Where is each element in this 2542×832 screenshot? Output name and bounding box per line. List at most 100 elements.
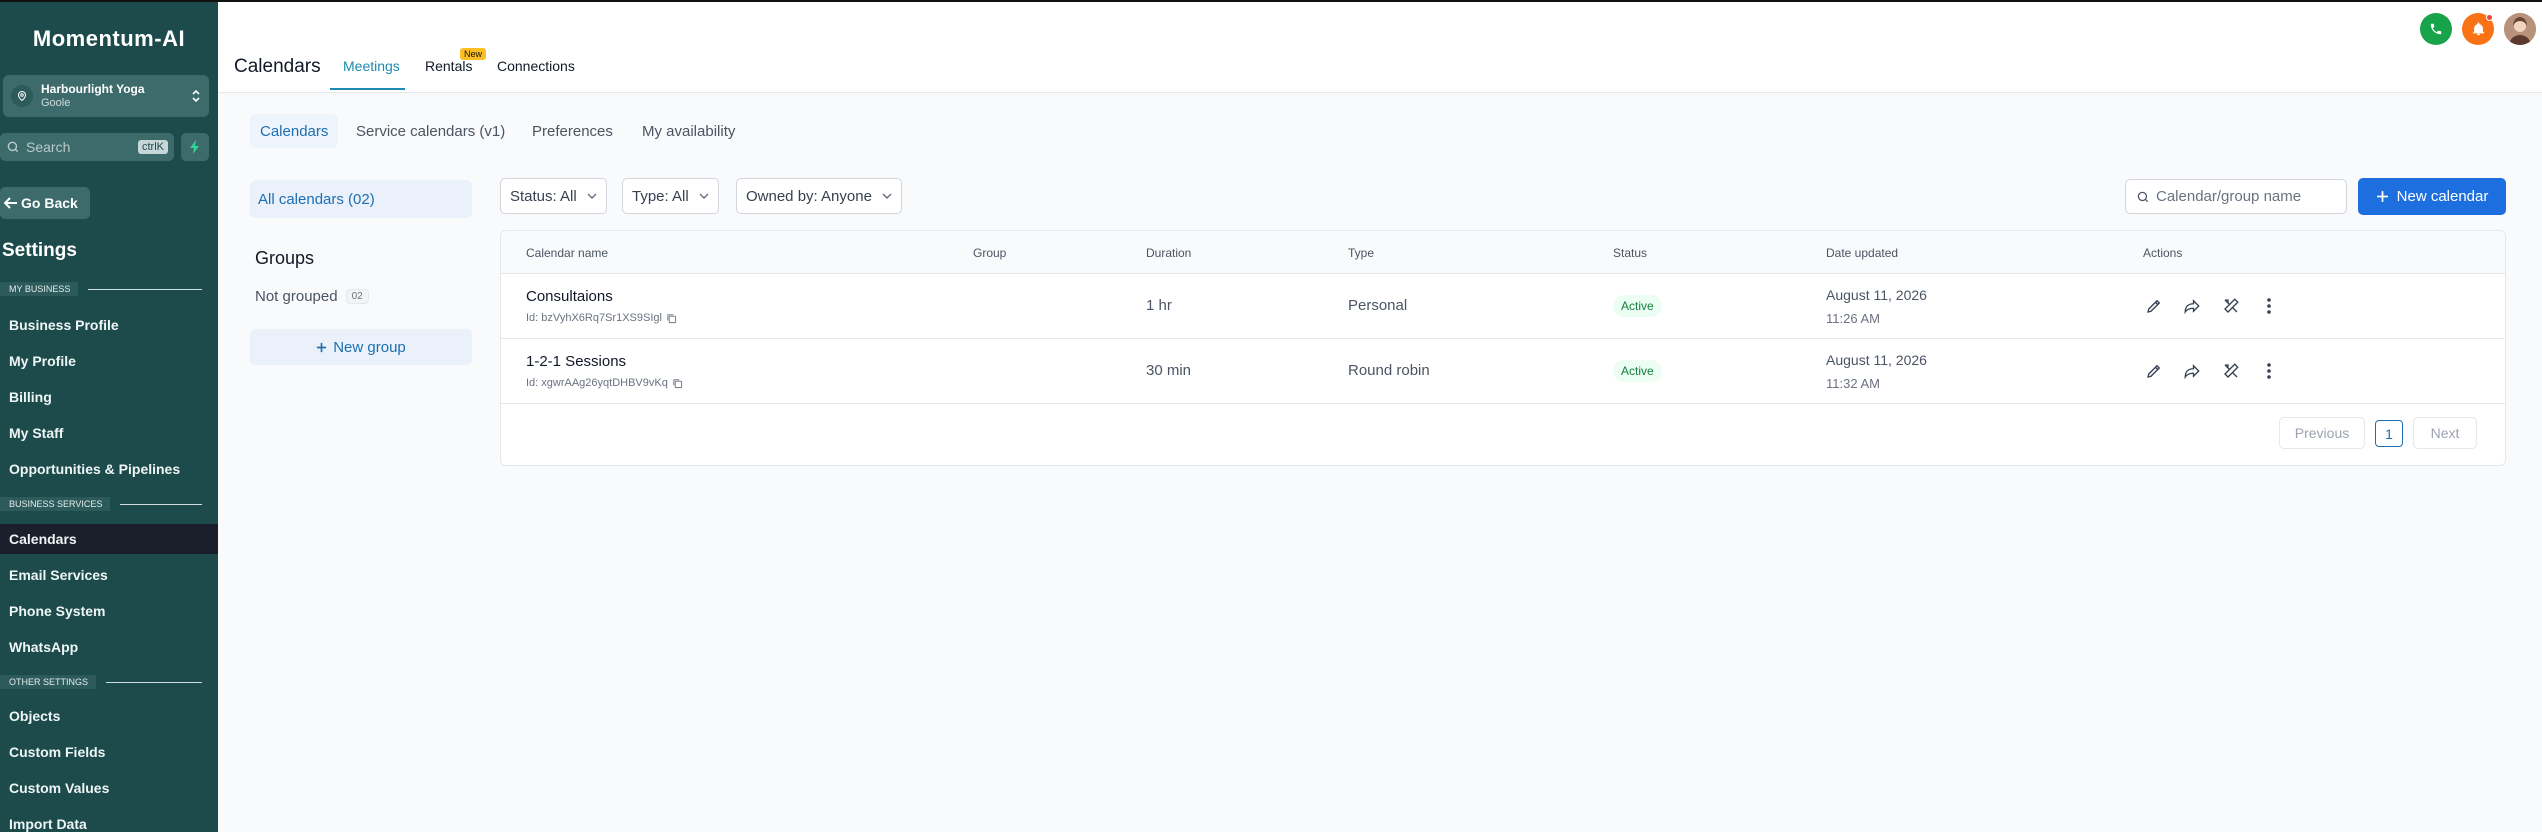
more-vertical-icon [2267, 298, 2271, 314]
sidebar-item-my-staff[interactable]: My Staff [0, 418, 218, 448]
account-switcher[interactable]: Harbourlight Yoga Goole [3, 75, 209, 117]
account-location: Goole [41, 97, 71, 109]
edit-button[interactable] [2143, 295, 2165, 317]
col-type: Type [1348, 246, 1375, 260]
phone-icon [2430, 23, 2442, 35]
time-updated: 11:26 AM [1826, 311, 1880, 326]
calendar-search-placeholder: Calendar/group name [2156, 188, 2302, 205]
go-back-button[interactable]: Go Back [0, 187, 90, 219]
section-label: BUSINESS SERVICES [0, 497, 111, 511]
sidebar-item-my-profile[interactable]: My Profile [0, 346, 218, 376]
not-grouped-item[interactable]: Not grouped 02 [255, 288, 369, 305]
section-my-business: MY BUSINESS [0, 281, 202, 297]
calendar-id: Id: xgwrAAg26yqtDHBV9vKq [526, 377, 683, 389]
col-status: Status [1613, 246, 1648, 260]
app-logo[interactable]: Momentum-AI [0, 26, 218, 52]
calendar-name[interactable]: 1-2-1 Sessions [526, 353, 626, 370]
page-title: Calendars [234, 56, 321, 77]
col-calendar-name: Calendar name [526, 246, 609, 260]
tab-rentals[interactable]: Rentals [425, 58, 472, 74]
active-tab-indicator [330, 88, 405, 90]
section-business-services: BUSINESS SERVICES [0, 496, 202, 512]
owned-by-filter[interactable]: Owned by: Anyone [736, 178, 902, 214]
sidebar-item-calendars[interactable]: Calendars [0, 524, 218, 554]
calendar-id-text: Id: xgwrAAg26yqtDHBV9vKq [526, 377, 668, 389]
status-filter[interactable]: Status: All [500, 178, 607, 214]
sidebar-item-whatsapp[interactable]: WhatsApp [0, 632, 218, 662]
new-calendar-label: New calendar [2396, 188, 2489, 205]
type-cell: Personal [1348, 297, 1408, 314]
more-vertical-icon [2267, 363, 2271, 379]
calendars-table: Calendar name Group Duration Type Status… [500, 230, 2506, 466]
page-number-button[interactable]: 1 [2375, 420, 2403, 447]
calendar-search-input[interactable]: Calendar/group name [2125, 179, 2347, 214]
tools-icon [2224, 363, 2239, 378]
sidebar-item-phone-system[interactable]: Phone System [0, 596, 218, 626]
sidebar-item-billing[interactable]: Billing [0, 382, 218, 412]
time-updated: 11:32 AM [1826, 376, 1880, 391]
avatar[interactable] [2504, 13, 2536, 45]
type-filter-label: Type: All [632, 187, 689, 205]
notification-dot [2486, 14, 2493, 21]
more-options-button[interactable] [2258, 360, 2280, 382]
settings-tools-button[interactable] [2220, 360, 2242, 382]
subtab-preferences[interactable]: Preferences [532, 114, 613, 148]
subtab-calendars[interactable]: Calendars [250, 114, 339, 148]
notifications-button[interactable] [2462, 13, 2494, 45]
settings-title: Settings [2, 240, 77, 261]
more-options-button[interactable] [2258, 295, 2280, 317]
next-page-button[interactable]: Next [2413, 417, 2477, 449]
sidebar-item-business-profile[interactable]: Business Profile [0, 310, 218, 340]
section-label: MY BUSINESS [0, 282, 79, 296]
previous-page-button[interactable]: Previous [2279, 417, 2365, 449]
tab-connections[interactable]: Connections [497, 58, 575, 74]
sidebar-item-label: WhatsApp [9, 639, 79, 655]
phone-button[interactable] [2420, 13, 2452, 45]
sidebar-item-label: Email Services [9, 567, 108, 583]
all-calendars-item[interactable]: All calendars (02) [250, 180, 472, 218]
copy-icon[interactable] [666, 313, 677, 324]
sidebar-item-label: Import Data [9, 816, 87, 832]
owned-by-filter-label: Owned by: Anyone [746, 187, 872, 205]
pencil-icon [2147, 364, 2161, 378]
calendar-name[interactable]: Consultaions [526, 288, 613, 305]
settings-tools-button[interactable] [2220, 295, 2242, 317]
tab-meetings[interactable]: Meetings [343, 58, 400, 74]
section-other-settings: OTHER SETTINGS [0, 674, 202, 690]
sidebar-item-email-services[interactable]: Email Services [0, 560, 218, 590]
sidebar-item-import-data[interactable]: Import Data [0, 809, 218, 832]
edit-button[interactable] [2143, 360, 2165, 382]
subtab-my-availability[interactable]: My availability [642, 114, 735, 148]
sidebar-item-objects[interactable]: Objects [0, 701, 218, 731]
sidebar-item-label: My Staff [9, 425, 64, 441]
col-date-updated: Date updated [1826, 246, 1899, 260]
share-button[interactable] [2181, 360, 2203, 382]
new-group-button[interactable]: New group [250, 329, 472, 365]
sidebar-item-label: Custom Fields [9, 744, 106, 760]
calendar-id: Id: bzVyhX6Rq7Sr1XS9SIgl [526, 312, 677, 324]
sidebar-item-label: My Profile [9, 353, 76, 369]
quick-action-button[interactable] [181, 133, 209, 161]
type-filter[interactable]: Type: All [622, 178, 719, 214]
not-grouped-count: 02 [345, 289, 369, 304]
duration-cell: 1 hr [1146, 297, 1172, 314]
date-updated: August 11, 2026 [1826, 352, 1927, 368]
sidebar-item-label: Calendars [9, 531, 77, 547]
subtab-service-calendars[interactable]: Service calendars (v1) [356, 114, 505, 148]
sidebar-item-opportunities[interactable]: Opportunities & Pipelines [0, 454, 218, 484]
section-label: OTHER SETTINGS [0, 675, 97, 689]
sidebar-item-label: Phone System [9, 603, 106, 619]
sidebar-item-label: Opportunities & Pipelines [9, 461, 181, 477]
new-calendar-button[interactable]: New calendar [2358, 178, 2506, 215]
table-header: Calendar name Group Duration Type Status… [501, 231, 2505, 274]
share-button[interactable] [2181, 295, 2203, 317]
pencil-icon [2147, 299, 2161, 313]
sidebar-item-custom-values[interactable]: Custom Values [0, 773, 218, 803]
sidebar-search[interactable]: Search ctrlK [0, 133, 174, 161]
chevron-updown-icon [191, 88, 201, 104]
table-row[interactable]: 1-2-1 Sessions Id: xgwrAAg26yqtDHBV9vKq … [501, 339, 2505, 404]
sidebar-item-custom-fields[interactable]: Custom Fields [0, 737, 218, 767]
copy-icon[interactable] [672, 378, 683, 389]
search-icon [7, 141, 19, 153]
table-row[interactable]: Consultaions Id: bzVyhX6Rq7Sr1XS9SIgl 1 … [501, 274, 2505, 339]
